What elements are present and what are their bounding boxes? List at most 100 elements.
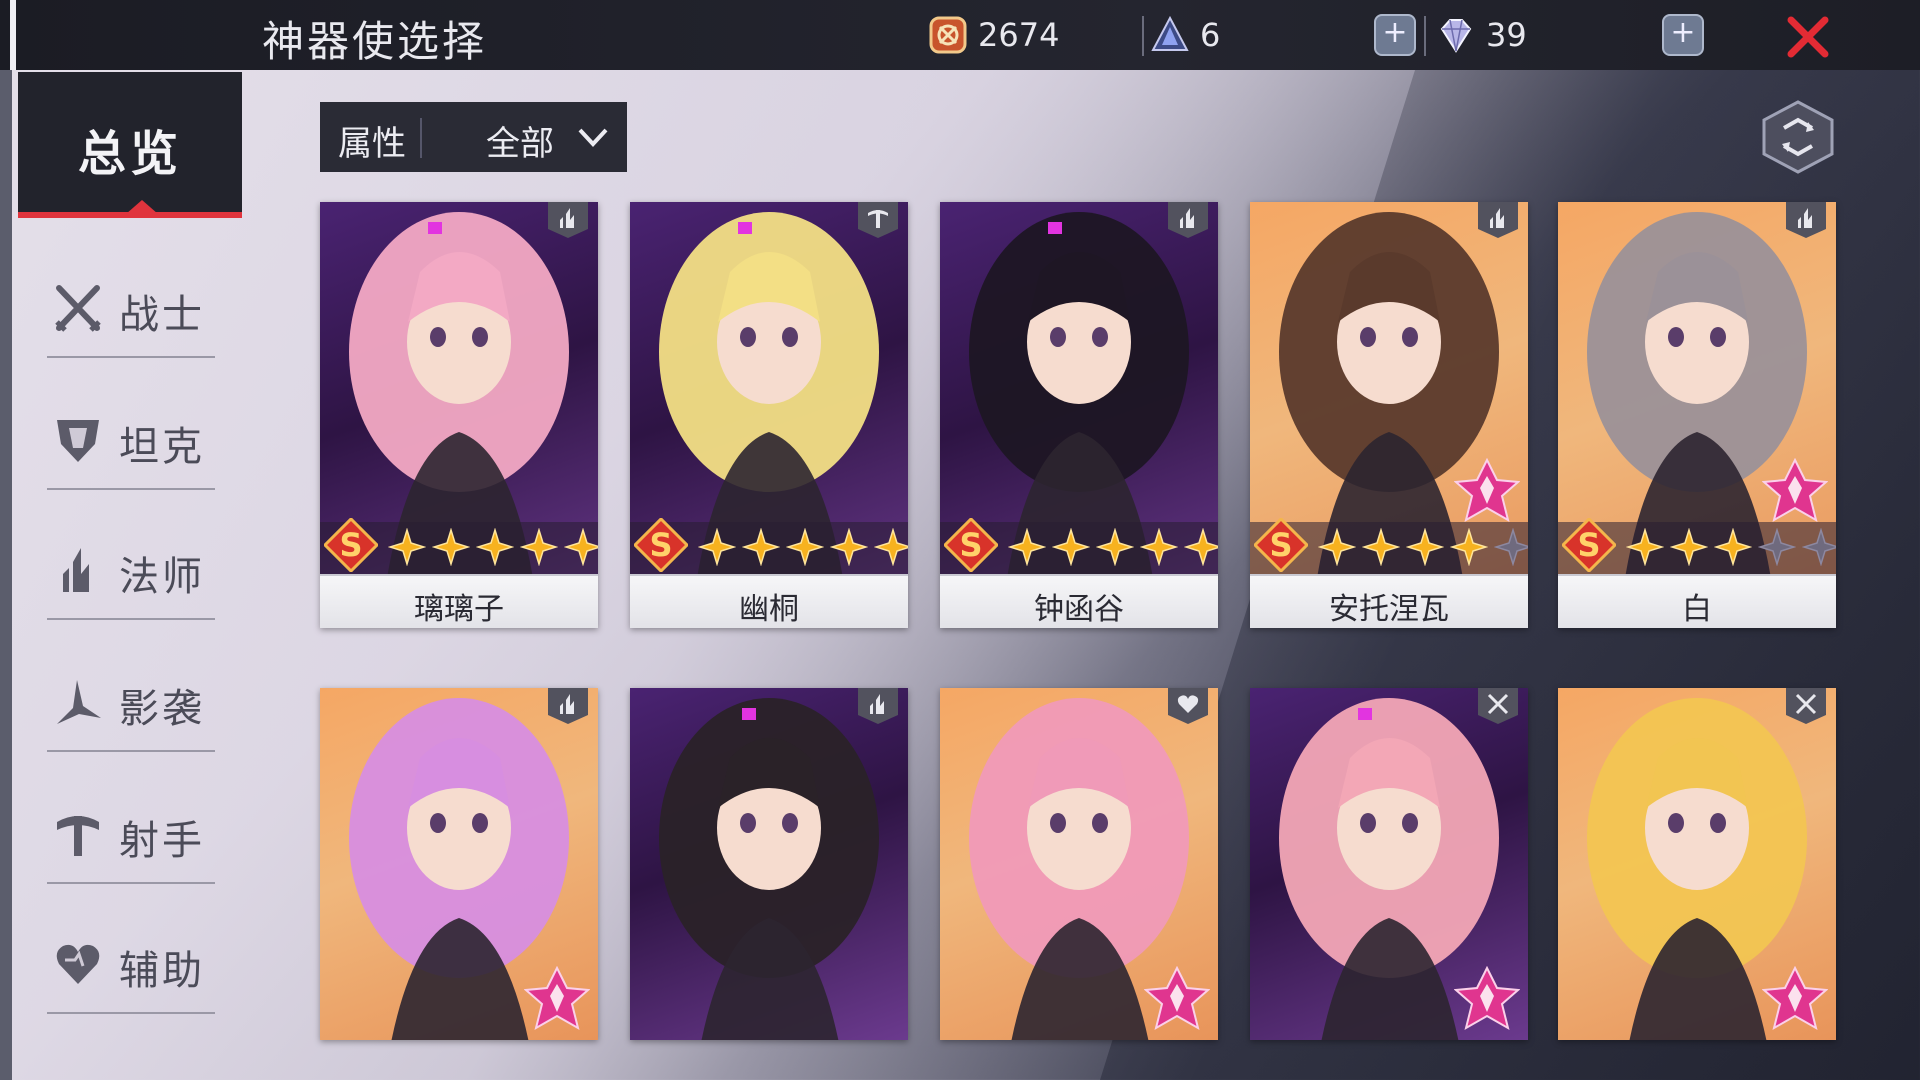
gold-counter: 2674 xyxy=(928,12,1059,58)
sidebar-item-label: 法师 xyxy=(119,554,205,600)
divider xyxy=(1142,16,1144,56)
tab-overview-label: 总览 xyxy=(77,126,182,182)
gold-value: 2674 xyxy=(978,16,1060,54)
sidebar-item-mage[interactable]: 法师 xyxy=(47,528,215,620)
awaken-emblem-icon xyxy=(1453,457,1521,524)
rank-badge: S xyxy=(1560,516,1618,574)
character-name-bar: 安托涅瓦 xyxy=(1250,574,1528,628)
character-name: 璃璃子 xyxy=(414,592,504,627)
awaken-emblem-icon xyxy=(1453,965,1521,1032)
close-icon xyxy=(1787,16,1829,58)
stamina-crystal-icon xyxy=(1150,15,1190,55)
refresh-icon xyxy=(1762,100,1834,174)
sidebar-item-label: 影袭 xyxy=(119,686,205,732)
star-filled-icon xyxy=(698,528,736,566)
star-filled-icon xyxy=(476,528,514,566)
star-filled-icon xyxy=(874,528,908,566)
star-filled-icon xyxy=(388,528,426,566)
sidebar-item-label: 辅助 xyxy=(119,948,205,994)
character-name-bar: 幽桐 xyxy=(630,574,908,628)
rank-letter: S xyxy=(1269,526,1292,564)
diamond-value: 39 xyxy=(1486,16,1527,54)
star-empty-icon xyxy=(1758,528,1796,566)
close-button[interactable] xyxy=(1785,14,1831,60)
sidebar-item-warrior[interactable]: 战士 xyxy=(47,266,215,358)
star-filled-icon xyxy=(1096,528,1134,566)
sidebar-edge xyxy=(0,70,12,1080)
rank-badge: S xyxy=(632,516,690,574)
star-filled-icon xyxy=(1318,528,1356,566)
filter-value: 全部 xyxy=(486,124,554,164)
star-rating xyxy=(1626,528,1836,566)
star-rating xyxy=(1008,528,1218,566)
star-filled-icon xyxy=(1052,528,1090,566)
character-card[interactable] xyxy=(320,688,598,1040)
star-filled-icon xyxy=(1362,528,1400,566)
top-accent-bar xyxy=(10,0,16,70)
awaken-emblem-icon xyxy=(1143,965,1211,1032)
character-portrait xyxy=(630,688,908,1040)
add-diamond-button[interactable]: + xyxy=(1662,14,1704,56)
star-rating xyxy=(1318,528,1528,566)
flame-staff-icon xyxy=(53,544,103,596)
star-filled-icon xyxy=(1184,528,1218,566)
character-card[interactable]: S 璃璃子 xyxy=(320,202,598,628)
character-name: 钟函谷 xyxy=(1034,592,1124,627)
character-art xyxy=(659,698,879,1040)
tab-overview[interactable]: 总览 xyxy=(18,72,242,218)
character-card[interactable] xyxy=(1558,688,1836,1040)
star-empty-icon xyxy=(1802,528,1836,566)
filter-label: 属性 xyxy=(338,124,406,164)
character-name-bar: 白 xyxy=(1558,574,1836,628)
attribute-filter-dropdown[interactable]: 属性 全部 xyxy=(320,102,627,172)
character-card[interactable] xyxy=(1250,688,1528,1040)
sword-cross-icon xyxy=(53,282,103,334)
rank-letter: S xyxy=(649,526,672,564)
character-name: 安托涅瓦 xyxy=(1329,592,1449,627)
new-badge-marker xyxy=(1358,708,1372,720)
new-badge-marker xyxy=(428,222,442,234)
refresh-button[interactable] xyxy=(1762,100,1834,174)
star-filled-icon xyxy=(1140,528,1178,566)
character-card[interactable]: S 安托涅瓦 xyxy=(1250,202,1528,628)
add-stamina-button[interactable]: + xyxy=(1374,14,1416,56)
character-card[interactable] xyxy=(940,688,1218,1040)
sidebar-item-marksman[interactable]: 射手 xyxy=(47,792,215,884)
shadow-blade-icon xyxy=(53,676,103,728)
diamond-icon xyxy=(1436,15,1476,55)
character-card[interactable]: S 幽桐 xyxy=(630,202,908,628)
filter-divider xyxy=(420,118,422,158)
rank-badge: S xyxy=(322,516,380,574)
sidebar-item-label: 射手 xyxy=(119,818,205,864)
star-filled-icon xyxy=(432,528,470,566)
new-badge-marker xyxy=(742,708,756,720)
sidebar-item-tank[interactable]: 坦克 xyxy=(47,398,215,490)
awaken-emblem-icon xyxy=(1761,457,1829,524)
crossbow-icon xyxy=(53,808,103,860)
star-filled-icon xyxy=(1626,528,1664,566)
star-filled-icon xyxy=(1670,528,1708,566)
star-filled-icon xyxy=(1714,528,1752,566)
star-rating xyxy=(388,528,598,566)
star-empty-icon xyxy=(1494,528,1528,566)
sidebar-item-label: 战士 xyxy=(119,292,205,338)
star-filled-icon xyxy=(520,528,558,566)
new-badge-marker xyxy=(1048,222,1062,234)
character-card[interactable]: S 白 xyxy=(1558,202,1836,628)
awaken-emblem-icon xyxy=(523,965,591,1032)
star-filled-icon xyxy=(742,528,780,566)
star-filled-icon xyxy=(1450,528,1488,566)
stamina-counter: 6 xyxy=(1150,12,1220,58)
star-filled-icon xyxy=(1406,528,1444,566)
sidebar-item-support[interactable]: 辅助 xyxy=(47,922,215,1014)
sidebar-item-assassin[interactable]: 影袭 xyxy=(47,660,215,752)
star-filled-icon xyxy=(786,528,824,566)
heart-icon xyxy=(53,938,103,990)
character-name: 白 xyxy=(1682,592,1712,627)
sidebar-item-label: 坦克 xyxy=(119,424,205,470)
diamond-counter: 39 xyxy=(1436,12,1527,58)
star-filled-icon xyxy=(564,528,598,566)
character-card[interactable]: S 钟函谷 xyxy=(940,202,1218,628)
rank-badge: S xyxy=(942,516,1000,574)
character-card[interactable] xyxy=(630,688,908,1040)
